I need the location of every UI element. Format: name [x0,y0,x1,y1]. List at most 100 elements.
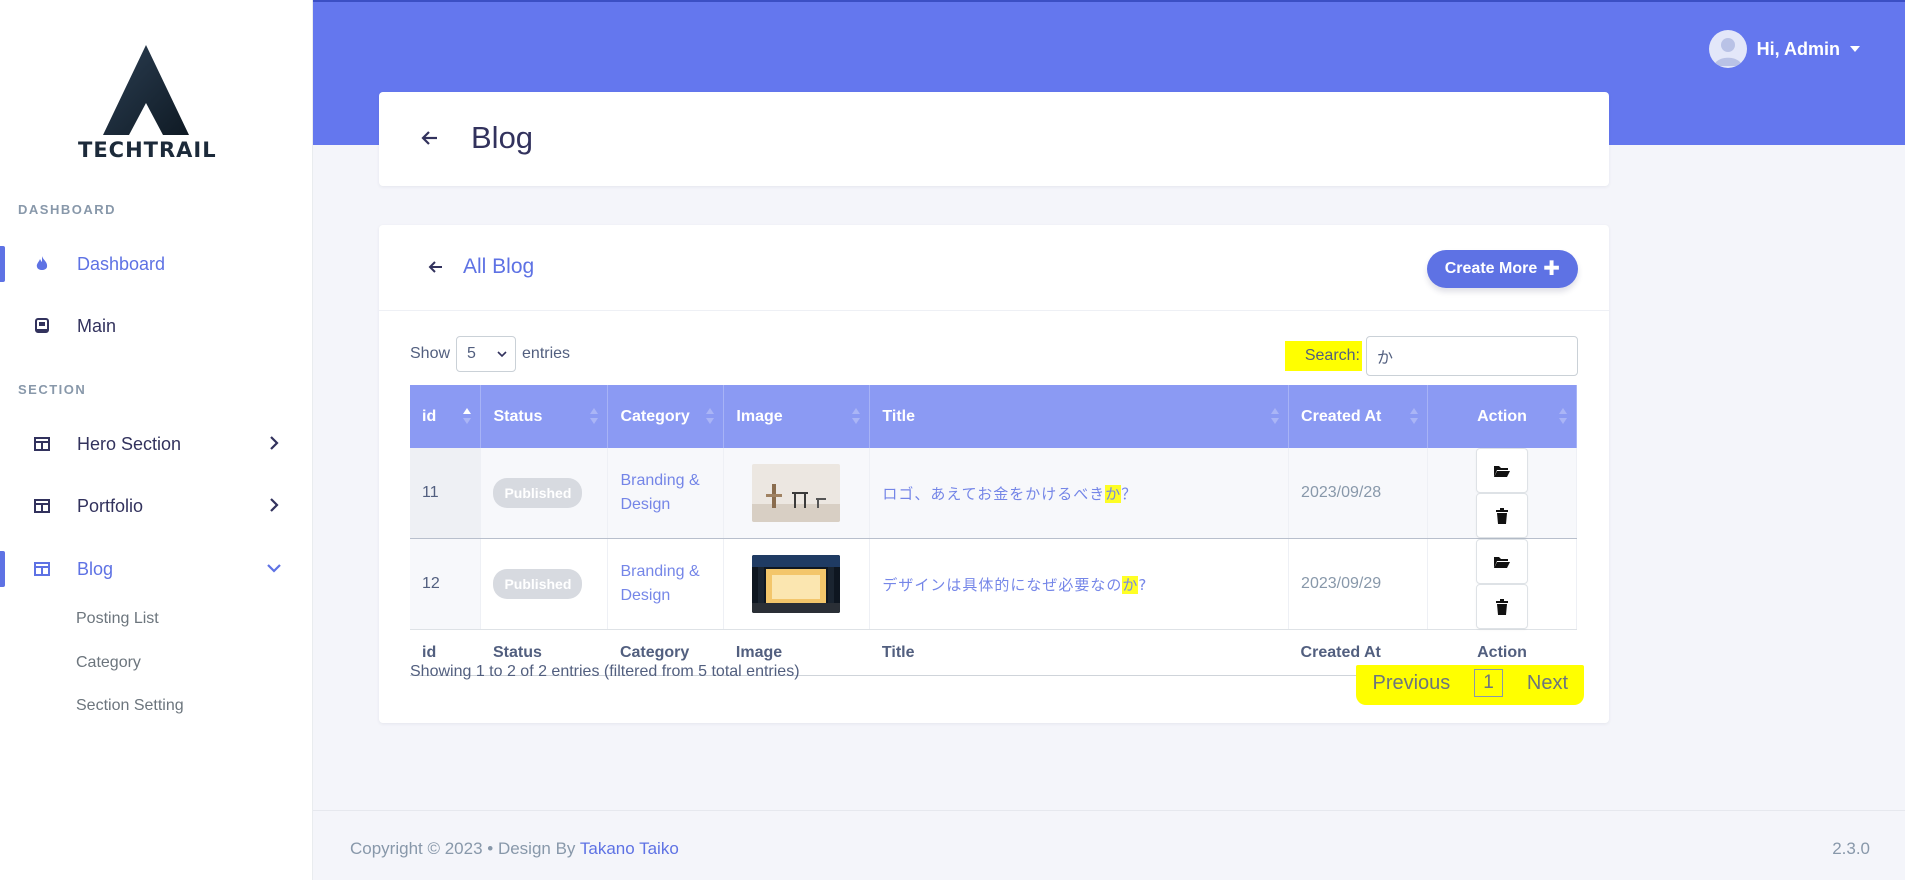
page-size-select[interactable]: 5 [456,336,517,372]
flame-icon [32,254,52,274]
cell-category: Branding & Design [607,538,725,630]
sidebar-item-main[interactable]: Main [0,301,312,351]
page-size-value: 5 [467,345,476,362]
folder-open-icon [1494,465,1510,477]
cell-title: ロゴ、あえてお金をかけるべきか？ [869,448,1290,539]
trash-icon [1496,507,1508,524]
cell-created-at: 2023/09/29 [1288,538,1428,630]
sidebar-item-blog[interactable]: Blog [0,544,312,594]
cell-image [723,538,871,630]
chevron-down-icon [267,564,281,573]
create-more-button[interactable]: Create More ✚ [1426,250,1578,288]
back-arrow-icon[interactable] [427,258,445,276]
folder-open-icon [1494,556,1510,568]
sidebar: TECHTRAIL DASHBOARD Dashboard Main SECTI… [0,0,313,880]
book-icon [32,316,52,336]
cell-id: 12 [410,538,482,630]
brand-name: TECHTRAIL [78,138,217,162]
blog-table: id Status Category Image Title Created A… [410,385,1577,676]
cell-id: 11 [410,448,482,539]
page-length-control: Show 5 entries [410,336,570,372]
sidebar-subitem-section-setting[interactable]: Section Setting [76,697,184,715]
sidebar-item-portfolio[interactable]: Portfolio [0,481,312,531]
card-title[interactable]: All Blog [463,255,534,279]
column-header-id[interactable]: id [410,385,482,448]
column-header-status[interactable]: Status [480,385,609,448]
sidebar-item-label: Blog [77,558,114,579]
sort-icon [590,408,599,424]
plus-icon: ✚ [1543,258,1560,280]
copyright: Copyright © 2023 • Design By Takano Taik… [350,839,679,859]
nav-heading-section: SECTION [18,382,87,397]
cell-category: Branding & Design [607,448,725,539]
caret-down-icon [1850,46,1860,52]
blog-title-link[interactable]: ロゴ、あえてお金をかけるべきか？ [882,484,1137,503]
cell-action [1427,448,1577,539]
blog-title-link[interactable]: デザインは具体的になぜ必要なのか? [882,575,1147,594]
entries-label: entries [522,345,571,362]
user-greeting: Hi, Admin [1756,38,1840,59]
sort-icon [1410,408,1418,424]
table-header-row: id Status Category Image Title Created A… [410,385,1577,448]
delete-button[interactable] [1476,584,1528,629]
sidebar-item-label: Main [77,315,117,336]
sidebar-item-label: Hero Section [77,433,182,454]
sidebar-subitem-category[interactable]: Category [76,654,141,672]
sidebar-item-hero-section[interactable]: Hero Section [0,419,312,469]
version: 2.3.0 [1832,839,1870,858]
user-icon [1713,38,1742,66]
cell-image [723,448,871,539]
table-info: Showing 1 to 2 of 2 entries (filtered fr… [410,663,800,680]
table-row: 11 Published Branding & Design ロゴ、あえてお金を… [410,448,1577,539]
column-header-created-at[interactable]: Created At [1288,385,1428,448]
column-header-category[interactable]: Category [607,385,725,448]
sidebar-subitem-posting-list[interactable]: Posting List [76,610,159,628]
cell-created-at: 2023/09/28 [1288,448,1428,539]
layout-icon [32,559,52,579]
techtrail-logo[interactable]: TECHTRAIL [78,45,217,163]
search-label: Search: [1284,341,1362,371]
show-label: Show [410,345,451,362]
sidebar-item-label: Portfolio [77,495,144,516]
column-header-title[interactable]: Title [869,385,1290,448]
search-control: Search: か [1284,336,1578,376]
previous-page-button[interactable]: Previous [1360,672,1462,695]
blog-list-card: All Blog Create More ✚ Show 5 entries Se… [379,225,1609,723]
category-text: Branding & Design [620,472,700,513]
sidebar-item-label: Dashboard [77,253,166,274]
cell-status: Published [480,538,609,630]
search-input[interactable]: か [1366,336,1578,376]
blog-thumbnail[interactable] [752,464,841,522]
layout-icon [32,496,52,516]
sort-asc-icon [463,408,472,424]
page-title: Blog [471,120,534,155]
nav-heading-dashboard: DASHBOARD [18,202,116,217]
status-badge: Published [493,478,583,508]
page-title-card: Blog [379,92,1609,186]
user-menu[interactable]: Hi, Admin [1708,30,1860,68]
delete-button[interactable] [1476,493,1528,538]
open-button[interactable] [1476,448,1528,493]
layout-icon [32,434,52,454]
logo-mark-icon [103,45,189,135]
chevron-right-icon [270,498,279,512]
next-page-button[interactable]: Next [1515,672,1580,695]
sort-icon [1559,408,1567,424]
status-badge: Published [493,569,583,599]
back-arrow-icon[interactable] [419,127,441,149]
pagination: Previous 1 Next [1356,665,1584,705]
cell-action [1427,538,1577,630]
column-header-action[interactable]: Action [1427,385,1577,448]
page-footer: Copyright © 2023 • Design By Takano Taik… [313,810,1905,880]
category-text: Branding & Design [620,563,700,604]
blog-thumbnail[interactable] [752,555,841,613]
sort-icon [1271,408,1280,424]
column-header-image[interactable]: Image [723,385,871,448]
trash-icon [1496,598,1508,615]
footer-col-title: Title [869,629,1289,676]
sidebar-item-dashboard[interactable]: Dashboard [0,239,312,289]
designer-link[interactable]: Takano Taiko [580,839,679,858]
open-button[interactable] [1476,539,1528,584]
chevron-down-icon [497,351,507,358]
page-1-button[interactable]: 1 [1474,669,1503,697]
